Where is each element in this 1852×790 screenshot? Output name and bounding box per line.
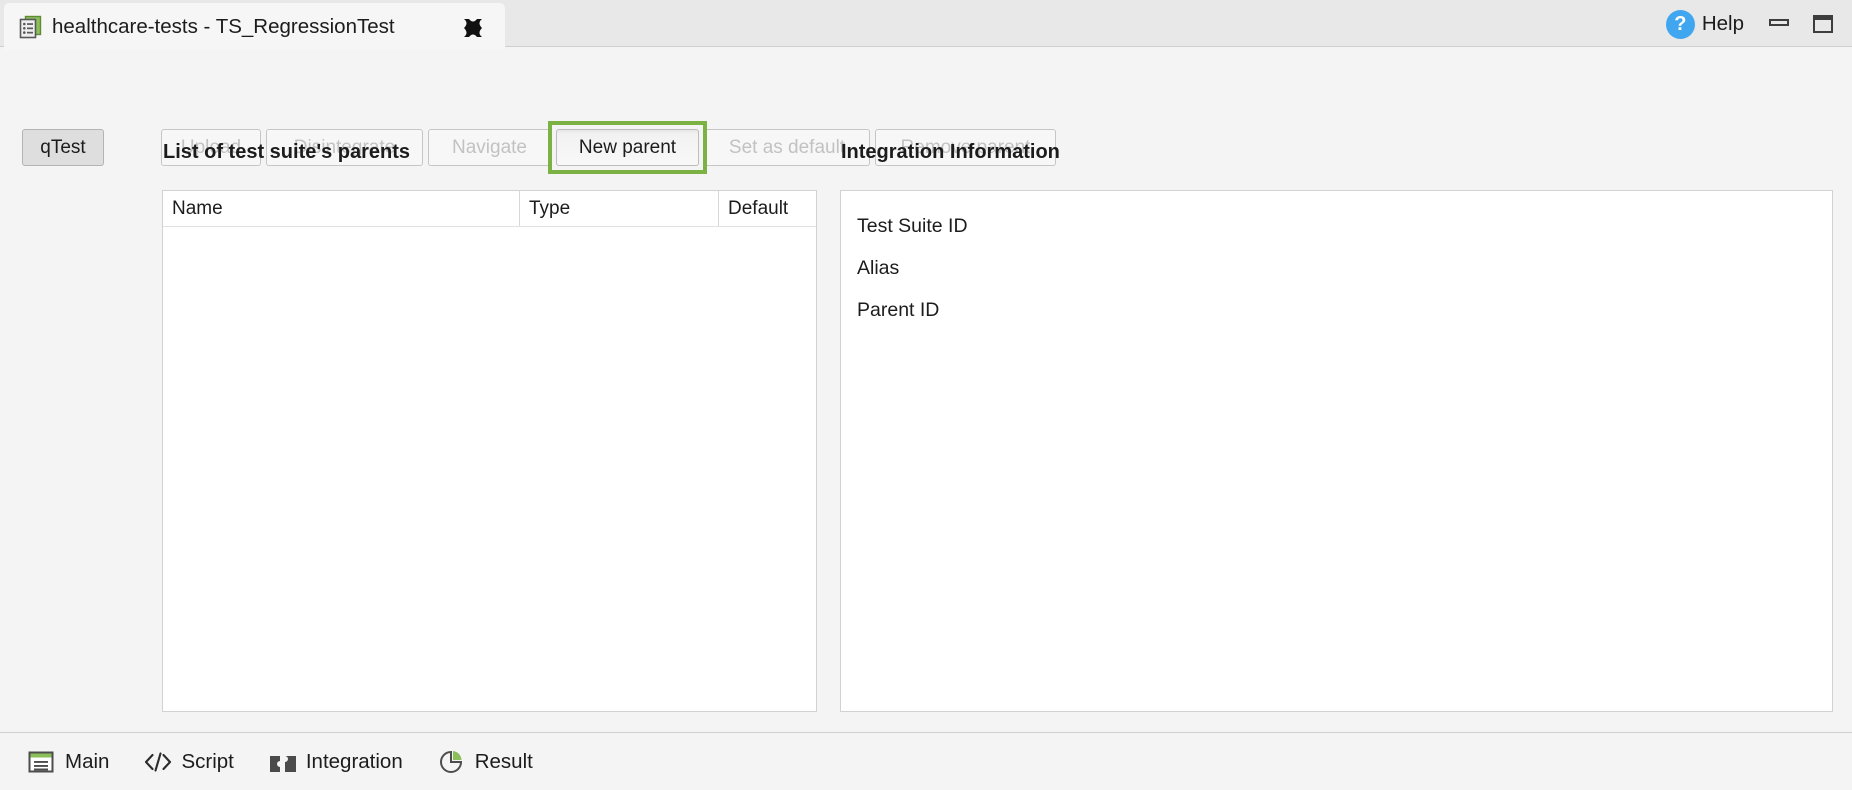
parents-table-header-row: Name Type Default <box>163 191 816 227</box>
tab-integration[interactable]: Integration <box>251 733 420 790</box>
parents-section-heading: List of test suite's parents <box>163 141 410 164</box>
help-question-icon: ? <box>1666 10 1695 39</box>
qtest-integration-window: healthcare-tests - TS_RegressionTest ? H… <box>0 0 1852 790</box>
integration-section-heading: Integration Information <box>841 141 1060 164</box>
field-test-suite-id: Test Suite ID <box>857 205 1832 247</box>
help-label: Help <box>1702 12 1744 36</box>
title-bar: healthcare-tests - TS_RegressionTest ? H… <box>0 0 1852 47</box>
tab-result-label: Result <box>475 750 533 774</box>
script-code-icon <box>143 748 171 776</box>
maximize-restore-icon[interactable] <box>1812 14 1834 34</box>
minimize-icon[interactable] <box>1768 14 1790 34</box>
parents-table-body[interactable] <box>163 227 816 711</box>
parents-table[interactable]: Name Type Default <box>162 190 817 712</box>
column-header-type[interactable]: Type <box>519 191 718 226</box>
tab-main-label: Main <box>65 750 109 774</box>
navigate-button[interactable]: Navigate <box>428 129 551 166</box>
editor-tab-active[interactable]: healthcare-tests - TS_RegressionTest <box>4 3 505 50</box>
field-alias: Alias <box>857 247 1832 289</box>
help-button[interactable]: ? Help <box>1666 8 1744 40</box>
new-parent-button[interactable]: New parent <box>556 129 699 166</box>
field-parent-id: Parent ID <box>857 289 1832 331</box>
main-list-icon <box>27 748 55 776</box>
column-header-default[interactable]: Default <box>718 191 816 226</box>
tab-main[interactable]: Main <box>10 733 126 790</box>
qtest-button[interactable]: qTest <box>22 129 104 166</box>
tab-integration-label: Integration <box>306 750 403 774</box>
column-header-name[interactable]: Name <box>163 191 519 226</box>
bottom-tab-bar: Main Script <box>0 732 1852 790</box>
test-suite-document-icon <box>18 14 44 40</box>
editor-tab-title: healthcare-tests - TS_RegressionTest <box>52 13 395 41</box>
tab-result[interactable]: Result <box>420 733 550 790</box>
integration-information-panel: Test Suite ID Alias Parent ID <box>840 190 1833 712</box>
tab-script-label: Script <box>181 750 233 774</box>
tab-script[interactable]: Script <box>126 733 250 790</box>
integration-blocks-icon <box>268 748 296 776</box>
integration-toolbar: qTest Upload Disintegrate Navigate New p… <box>0 47 1852 117</box>
result-pie-chart-icon <box>437 748 465 776</box>
close-tab-icon[interactable] <box>459 14 487 42</box>
